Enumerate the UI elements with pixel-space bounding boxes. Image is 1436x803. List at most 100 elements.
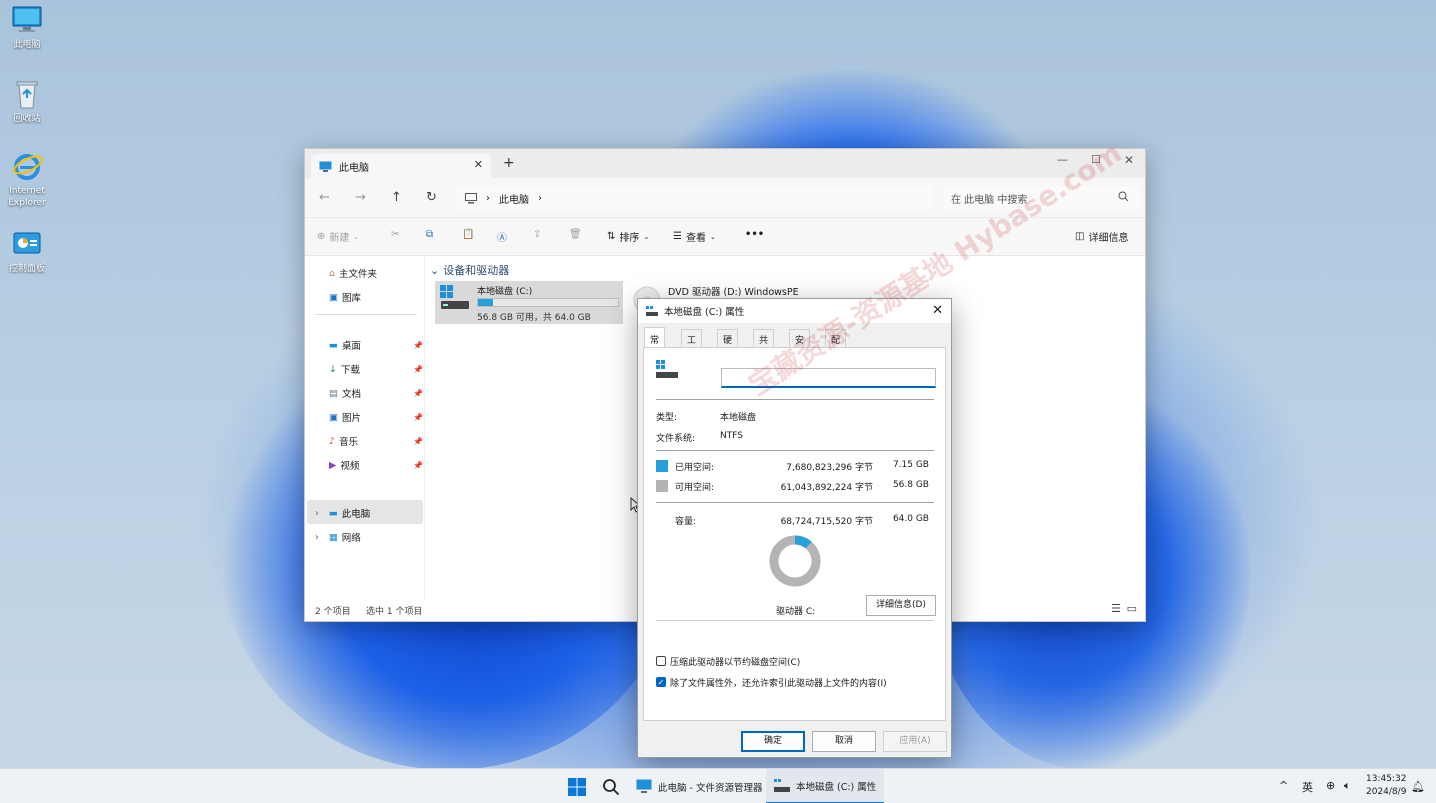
chevron-up-icon[interactable]: ^: [1279, 779, 1288, 792]
desktop-icon-this-pc[interactable]: 此电脑: [2, 4, 52, 51]
tab-sharing[interactable]: 共享: [753, 329, 775, 359]
search-button[interactable]: [602, 769, 620, 803]
new-button[interactable]: ⊕ 新建 ⌄: [317, 229, 359, 244]
nav-item-home[interactable]: ⌂ 主文件夹: [329, 266, 377, 281]
sort-button[interactable]: ⇅ 排序 ⌄: [607, 229, 649, 244]
close-tab-icon[interactable]: ✕: [474, 158, 483, 171]
search-input[interactable]: 在 此电脑 中搜索: [943, 186, 1139, 210]
close-window-icon[interactable]: ✕: [1124, 153, 1134, 167]
capacity-label: 容量:: [675, 517, 697, 527]
address-bar-row: ← → ↑ ↻ › 此电脑 › 在 此电脑 中搜索: [305, 178, 1145, 218]
group-header[interactable]: ⌄ 设备和驱动器: [430, 262, 509, 278]
start-button[interactable]: [568, 769, 586, 803]
breadcrumb[interactable]: 此电脑: [499, 191, 529, 206]
up-icon[interactable]: ↑: [391, 190, 402, 205]
sort-label: 排序: [619, 233, 640, 244]
desktop-icon-recycle-bin[interactable]: 回收站: [2, 78, 52, 125]
tab-security[interactable]: 安全: [789, 329, 811, 359]
details-view-icon[interactable]: ☰: [1111, 602, 1121, 615]
view-label: 查看: [685, 233, 706, 244]
nav-item-music[interactable]: ♪ 音乐 📌: [329, 434, 423, 449]
type-value: 本地磁盘: [720, 413, 757, 423]
desktop-icon-label: 回收站: [13, 114, 41, 124]
chevron-down-icon: ⌄: [353, 232, 360, 241]
pin-icon: 📌: [413, 364, 423, 374]
input-method-indicator[interactable]: 英: [1302, 779, 1313, 795]
desktop-icon-control-panel[interactable]: 控制面板: [2, 228, 52, 275]
nav-item-pictures[interactable]: ▣ 图片 📌: [329, 410, 423, 425]
tab-hardware[interactable]: 硬件: [717, 329, 739, 359]
divider: [656, 450, 934, 451]
network-globe-icon[interactable]: ⊕: [1326, 779, 1335, 792]
copy-icon[interactable]: ⧉: [426, 229, 433, 240]
volume-icon[interactable]: 🔈︎: [1344, 779, 1351, 793]
nav-item-this-pc[interactable]: › ▬ 此电脑: [315, 506, 371, 521]
more-options-icon[interactable]: •••: [745, 229, 764, 240]
cancel-button[interactable]: 取消: [812, 731, 876, 752]
tab-quota[interactable]: 配额: [825, 329, 847, 359]
gallery-icon: ▣: [329, 291, 338, 303]
nav-item-network[interactable]: › ▦ 网络: [315, 530, 361, 545]
group-header-label: 设备和驱动器: [443, 264, 510, 277]
nav-item-downloads[interactable]: ↓ 下载 📌: [329, 362, 423, 377]
search-icon: [603, 778, 620, 795]
maximize-icon[interactable]: ☐: [1091, 153, 1101, 166]
share-icon[interactable]: ⇪: [533, 229, 541, 240]
pin-icon: 📌: [413, 412, 423, 422]
chevron-down-icon: ⌄: [430, 263, 440, 277]
notification-bell-icon[interactable]: 🔔︎: [1411, 780, 1425, 793]
tiles-view-icon[interactable]: ▭: [1127, 602, 1137, 615]
nav-item-gallery[interactable]: ▣ 图库: [329, 290, 361, 305]
navigation-pane: ⌂ 主文件夹 ▣ 图库 ▬ 桌面 📌 ↓ 下载 📌 ▤ 文档 📌 ▣ 图片 📌 ♪ 音乐 📌 ▶ 视频 📌 …: [305, 256, 425, 601]
clock[interactable]: 13:45:32 2024/8/9: [1366, 773, 1406, 799]
drive-c-item[interactable]: 本地磁盘 (C:) 56.8 GB 可用，共 64.0 GB: [435, 281, 623, 324]
nav-item-documents[interactable]: ▤ 文档 📌: [329, 386, 423, 401]
drive-name-input[interactable]: [721, 368, 936, 388]
dialog-title-bar[interactable]: 本地磁盘 (C:) 属性 ✕: [638, 299, 951, 323]
nav-label: 视频: [340, 461, 360, 472]
ok-button[interactable]: 确定: [741, 731, 805, 752]
breadcrumb-chevron-icon: ›: [486, 192, 490, 204]
taskbar-properties-item[interactable]: 本地磁盘 (C:) 属性: [766, 769, 885, 803]
forward-icon[interactable]: →: [355, 190, 366, 205]
used-space-label: 已用空间:: [675, 463, 715, 473]
tab-title: 此电脑: [339, 162, 369, 174]
view-button[interactable]: ☰ 查看 ⌄: [673, 229, 716, 244]
refresh-icon[interactable]: ↻: [426, 190, 437, 205]
drive-windows-icon: [440, 285, 469, 309]
minimize-icon[interactable]: —: [1057, 153, 1068, 166]
details-pane-button[interactable]: ◫ 详细信息: [1075, 229, 1128, 244]
paste-icon[interactable]: 📋: [462, 229, 474, 240]
cut-icon[interactable]: ✂: [391, 229, 399, 240]
address-box[interactable]: › 此电脑 ›: [457, 186, 933, 210]
control-panel-icon: [13, 232, 41, 254]
rename-icon[interactable]: Ⓐ: [497, 229, 507, 244]
general-tab-panel: 类型: 本地磁盘 文件系统: NTFS 已用空间: 7,680,823,296 …: [643, 347, 946, 721]
new-tab-icon[interactable]: +: [503, 155, 515, 171]
capacity-bytes: 68,724,715,520 字节: [780, 517, 873, 527]
apply-button[interactable]: 应用(A): [883, 731, 947, 752]
chevron-right-icon: ›: [315, 531, 319, 543]
nav-label: 此电脑: [341, 509, 371, 520]
desktop-icon-ie[interactable]: Internet Explorer: [2, 150, 52, 209]
taskbar-explorer-item[interactable]: 此电脑 - 文件资源管理器: [636, 769, 762, 803]
windows-start-icon: [568, 777, 586, 796]
tab-this-pc[interactable]: 此电脑 ✕: [311, 154, 491, 178]
computer-icon: ▬: [328, 507, 338, 519]
compress-checkbox[interactable]: [656, 656, 666, 666]
nav-item-desktop[interactable]: ▬ 桌面 📌: [329, 338, 423, 353]
index-checkbox[interactable]: ✓: [656, 677, 666, 687]
delete-icon[interactable]: 🗑: [569, 229, 582, 240]
filesystem-value: NTFS: [720, 431, 743, 441]
close-dialog-icon[interactable]: ✕: [932, 303, 943, 318]
back-icon[interactable]: ←: [319, 190, 330, 205]
tab-tools[interactable]: 工具: [681, 329, 703, 359]
details-button[interactable]: 详细信息(D): [866, 595, 936, 616]
nav-item-videos[interactable]: ▶ 视频 📌: [329, 458, 423, 473]
music-icon: ♪: [329, 435, 336, 447]
nav-label: 图库: [341, 293, 361, 304]
search-icon: [1118, 191, 1129, 202]
breadcrumb-chevron-icon[interactable]: ›: [538, 193, 542, 204]
used-space-gb: 7.15 GB: [892, 460, 929, 470]
tab-general[interactable]: 常规: [644, 327, 666, 359]
